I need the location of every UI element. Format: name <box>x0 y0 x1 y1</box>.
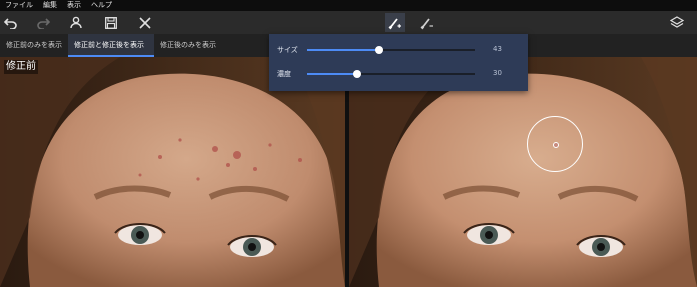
brush-add-icon <box>388 17 401 29</box>
close-button[interactable] <box>135 13 155 32</box>
after-photo <box>349 57 697 287</box>
brush-size-value: 43 <box>493 45 502 53</box>
person-icon <box>70 16 82 29</box>
brush-density-row: 濃度 30 <box>269 66 528 82</box>
tab-before-only[interactable]: 修正前のみを表示 <box>0 34 68 57</box>
brush-density-value: 30 <box>493 69 502 77</box>
brush-settings-panel: サイズ 43 濃度 30 <box>269 34 528 91</box>
undo-icon <box>4 17 17 29</box>
brush-add-button[interactable] <box>385 13 405 32</box>
menu-help[interactable]: ヘルプ <box>86 0 117 11</box>
brush-remove-icon <box>420 17 433 29</box>
before-photo <box>0 57 345 287</box>
brush-density-fill <box>307 73 358 75</box>
tab-before-and-after[interactable]: 修正前と修正後を表示 <box>68 34 154 57</box>
person-button[interactable] <box>66 13 86 32</box>
brush-size-fill <box>307 49 380 51</box>
menu-file[interactable]: ファイル <box>0 0 38 11</box>
brush-remove-button[interactable] <box>417 13 437 32</box>
before-label: 修正前 <box>4 60 38 74</box>
close-icon <box>139 16 151 29</box>
save-icon <box>105 16 117 29</box>
brush-size-slider[interactable] <box>307 46 475 54</box>
brush-density-thumb[interactable] <box>353 70 362 78</box>
save-button[interactable] <box>101 13 121 32</box>
brush-size-label: サイズ <box>277 46 298 54</box>
menu-bar: ファイル 編集 表示 ヘルプ <box>0 0 697 11</box>
layers-button[interactable] <box>667 13 687 32</box>
menu-view[interactable]: 表示 <box>62 0 86 11</box>
brush-density-label: 濃度 <box>277 70 291 78</box>
brush-cursor-center <box>553 142 559 148</box>
brush-size-row: サイズ 43 <box>269 42 528 58</box>
undo-button[interactable] <box>1 13 21 32</box>
layers-icon <box>670 16 684 28</box>
toolbar <box>0 11 697 34</box>
tab-after-only[interactable]: 修正後のみを表示 <box>154 34 230 57</box>
brush-size-thumb[interactable] <box>375 46 384 54</box>
brush-density-slider[interactable] <box>307 70 475 78</box>
redo-icon <box>37 17 50 29</box>
after-image-pane[interactable] <box>349 57 697 287</box>
redo-button[interactable] <box>33 13 53 32</box>
menu-edit[interactable]: 編集 <box>38 0 62 11</box>
before-image-pane[interactable] <box>0 57 345 287</box>
